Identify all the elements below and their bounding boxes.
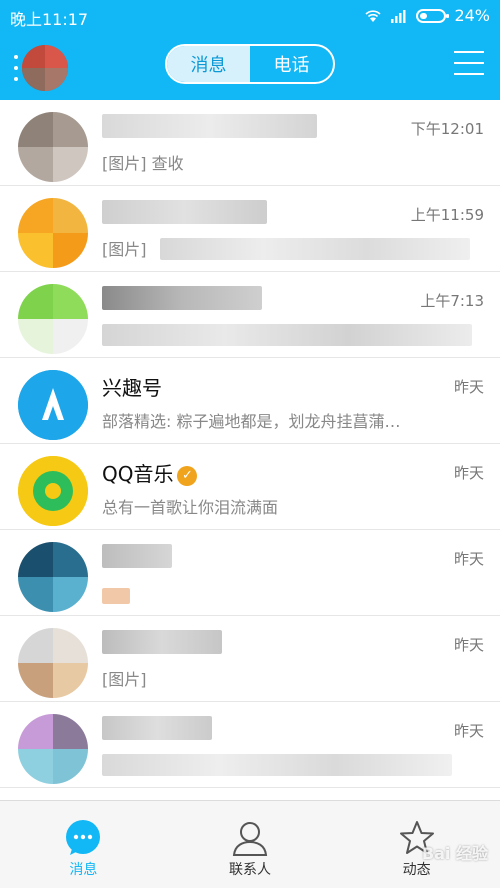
battery-percent: 24%	[454, 6, 490, 25]
contact-avatar	[18, 542, 88, 612]
conversation-item[interactable]: 上午7:13	[0, 272, 500, 358]
message-preview: [图片]	[102, 670, 147, 689]
message-preview-redacted	[160, 238, 470, 260]
contact-avatar	[18, 112, 88, 182]
conversation-item[interactable]: QQ音乐 ✓ 昨天 总有一首歌让你泪流满面	[0, 444, 500, 530]
contact-avatar	[18, 198, 88, 268]
message-preview: [图片] 查收	[102, 154, 184, 173]
verified-badge-icon: ✓	[177, 465, 198, 486]
message-time: 上午11:59	[410, 206, 484, 224]
battery-icon	[416, 8, 450, 23]
tab-messages[interactable]: 消息	[167, 46, 250, 82]
nav-contacts[interactable]: 联系人	[167, 801, 334, 888]
contact-name-redacted	[102, 544, 172, 568]
interest-feed-icon	[18, 370, 88, 440]
conversation-item[interactable]: 昨天	[0, 530, 500, 616]
message-preview-redacted	[102, 324, 472, 346]
watermark: Bai 经验	[421, 844, 488, 863]
contact-name-text: QQ音乐	[102, 462, 174, 486]
tab-calls[interactable]: 电话	[250, 46, 333, 82]
message-preview-redacted	[102, 588, 130, 604]
message-preview: 总有一首歌让你泪流满面	[102, 498, 279, 517]
signal-icon	[391, 9, 406, 23]
conversation-item[interactable]: 昨天	[0, 788, 500, 800]
nav-messages[interactable]: 消息	[0, 801, 167, 888]
message-time: 昨天	[453, 378, 484, 396]
nav-label: 消息	[69, 862, 98, 878]
header: 消息 电话	[0, 33, 500, 100]
contact-avatar	[18, 714, 88, 784]
contact-avatar	[18, 370, 88, 440]
contact-name-redacted	[102, 114, 317, 138]
nav-label: 联系人	[229, 862, 271, 878]
conversation-item[interactable]: 下午12:01 [图片] 查收	[0, 100, 500, 186]
contact-avatar	[18, 628, 88, 698]
message-time: 下午12:01	[410, 120, 484, 138]
contact-name-redacted	[102, 630, 222, 654]
conversation-item[interactable]: 昨天	[0, 702, 500, 788]
message-time: 上午7:13	[420, 292, 484, 310]
contact-avatar	[18, 284, 88, 354]
qq-music-logo-icon	[18, 456, 88, 526]
contact-name: QQ音乐 ✓	[102, 458, 198, 487]
menu-icon[interactable]	[454, 51, 484, 75]
message-preview-redacted	[102, 754, 452, 776]
contacts-person-icon	[232, 822, 268, 856]
message-bubble-icon	[66, 820, 101, 855]
contact-name-redacted	[102, 200, 267, 224]
header-tab-switcher: 消息 电话	[165, 44, 335, 84]
message-time: 昨天	[453, 550, 484, 568]
conversation-item[interactable]: 上午11:59 [图片]	[0, 186, 500, 272]
contact-name: 兴趣号	[102, 376, 162, 400]
user-avatar[interactable]	[22, 45, 68, 91]
wifi-icon	[365, 9, 381, 22]
message-time: 昨天	[453, 464, 484, 482]
conversation-list[interactable]: 下午12:01 [图片] 查收 上午11:59 [图片] 上午7:13 兴趣号 …	[0, 100, 500, 800]
conversation-item[interactable]: 兴趣号 昨天 部落精选: 粽子遍地都是，划龙舟挂菖蒲…	[0, 358, 500, 444]
contact-name-redacted	[102, 286, 262, 310]
message-preview: 部落精选: 粽子遍地都是，划龙舟挂菖蒲…	[102, 412, 401, 431]
message-time: 昨天	[453, 722, 484, 740]
message-time: 昨天	[453, 636, 484, 654]
status-time: 晚上11:17	[10, 10, 89, 29]
status-bar: 晚上11:17 24%	[0, 0, 500, 33]
message-preview: [图片]	[102, 240, 147, 259]
drawer-dots-icon[interactable]	[14, 55, 18, 81]
contact-name-redacted	[102, 716, 212, 740]
conversation-item[interactable]: 昨天 [图片]	[0, 616, 500, 702]
status-indicators: 24%	[364, 6, 490, 25]
contact-avatar	[18, 456, 88, 526]
